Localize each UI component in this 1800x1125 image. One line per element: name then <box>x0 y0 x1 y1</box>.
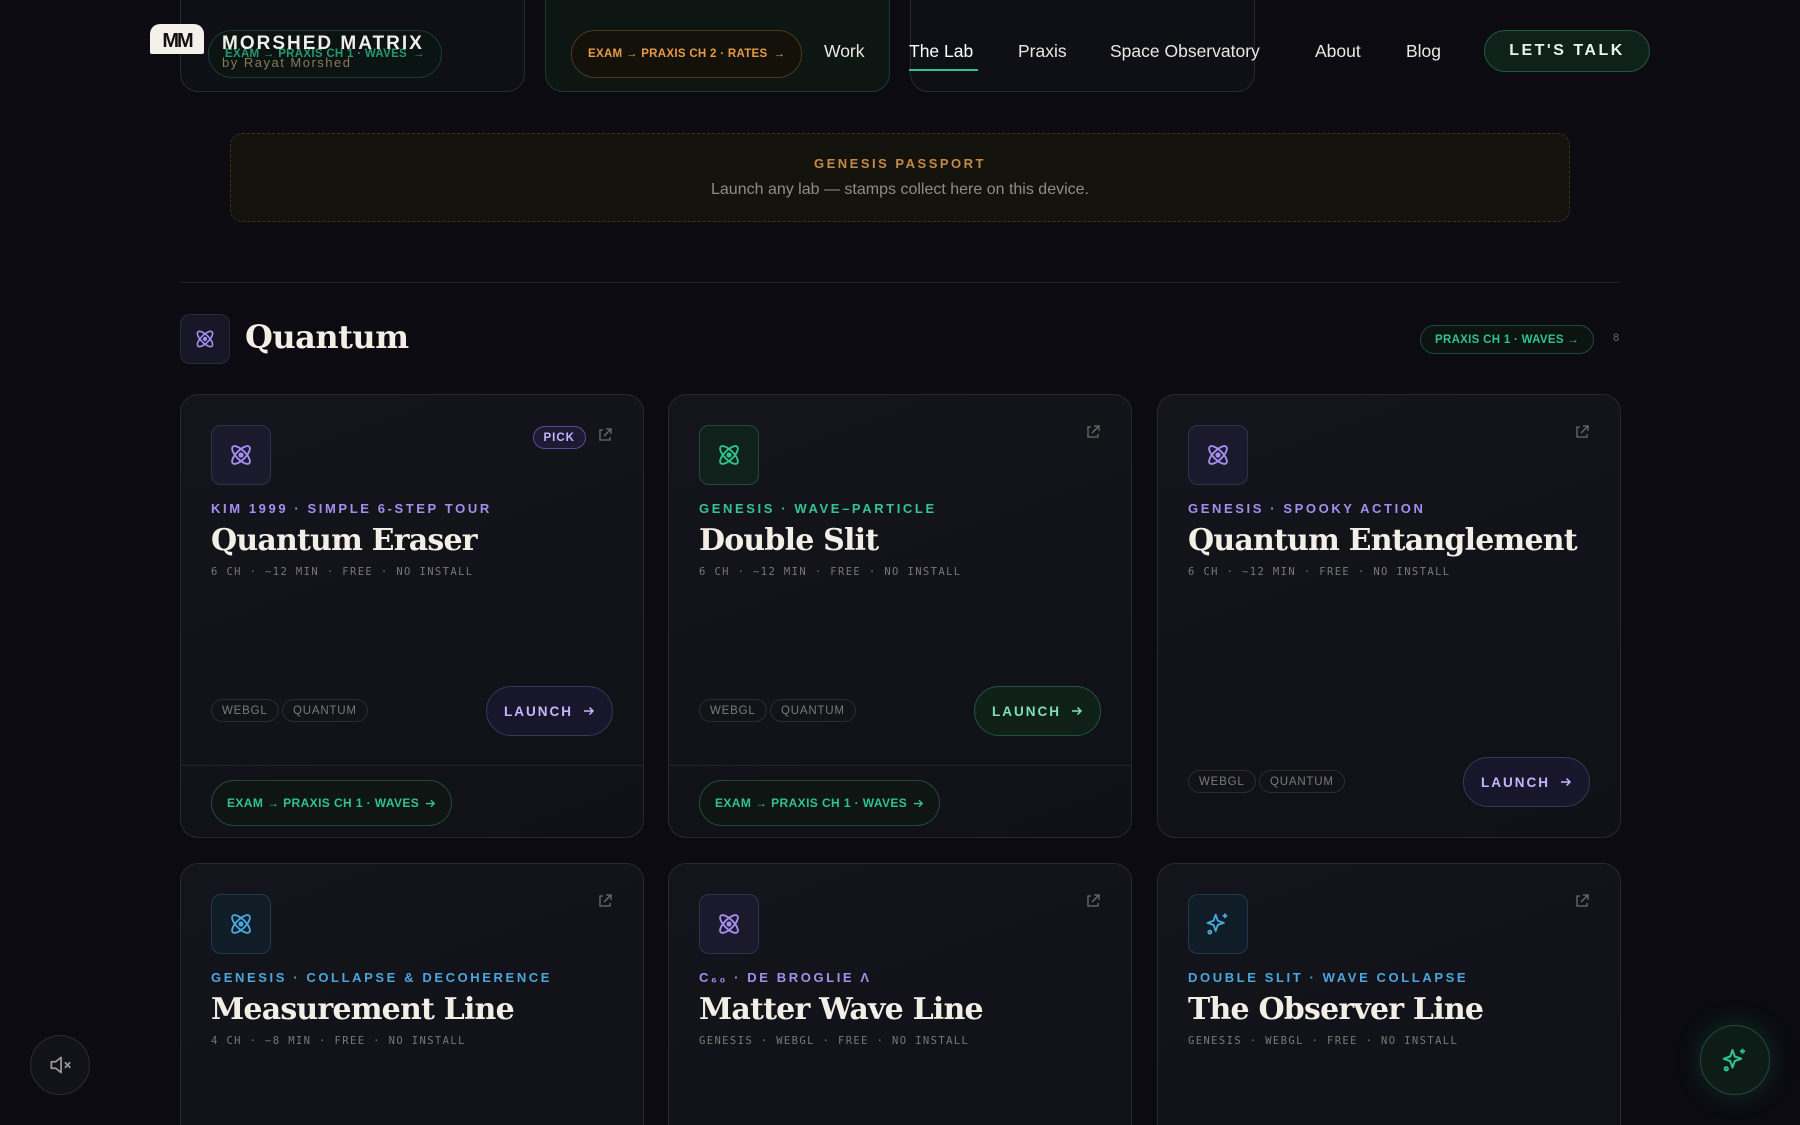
card-meta: GENESIS · WEBGL · FREE · NO INSTALL <box>1188 1035 1459 1047</box>
assistant-button[interactable] <box>1700 1025 1770 1095</box>
external-link-icon[interactable] <box>597 427 613 443</box>
card-eyebrow: C₆₀ · DE BROGLIE Λ <box>699 970 872 985</box>
launch-label: LAUNCH <box>504 703 573 719</box>
nav-space-observatory[interactable]: Space Observatory <box>1110 41 1260 62</box>
launch-button[interactable]: LAUNCH <box>974 686 1101 736</box>
mute-icon <box>50 1056 71 1074</box>
atom-icon <box>1188 425 1248 485</box>
section-count: 8 <box>1613 332 1620 344</box>
external-link-icon[interactable] <box>1574 424 1590 440</box>
lab-card-measurement-line[interactable]: GENESIS · COLLAPSE & DECOHERENCE Measure… <box>180 863 644 1125</box>
card-eyebrow: DOUBLE SLIT · WAVE COLLAPSE <box>1188 970 1469 985</box>
external-link-icon[interactable] <box>1085 893 1101 909</box>
brand-byline: by Rayat Morshed <box>222 55 352 70</box>
exam-pill-label: EXAM → PRAXIS CH 2 · RATES <box>588 48 768 60</box>
brand-name[interactable]: MORSHED MATRIX <box>222 33 424 55</box>
exam-footer-pill[interactable]: EXAM → PRAXIS CH 1 · WAVES <box>699 780 941 826</box>
card-eyebrow: GENESIS · WAVE–PARTICLE <box>699 501 937 516</box>
pick-badge: PICK <box>532 426 586 449</box>
atom-icon <box>699 425 759 485</box>
passport-text: Launch any lab — stamps collect here on … <box>711 181 1089 198</box>
arrow-right-icon <box>914 799 924 807</box>
atom-icon <box>699 894 759 954</box>
card-meta: GENESIS · WEBGL · FREE · NO INSTALL <box>699 1035 970 1047</box>
card-title: Double Slit <box>699 523 879 558</box>
lab-card-quantum-entanglement[interactable]: GENESIS · SPOOKY ACTION Quantum Entangle… <box>1157 394 1621 838</box>
arrow-right-icon <box>1561 777 1572 787</box>
lab-card-matter-wave-line[interactable]: C₆₀ · DE BROGLIE Λ Matter Wave Line GENE… <box>668 863 1132 1125</box>
nav-praxis[interactable]: Praxis <box>1018 41 1067 62</box>
card-eyebrow: GENESIS · SPOOKY ACTION <box>1188 501 1426 516</box>
external-link-icon[interactable] <box>1574 893 1590 909</box>
card-eyebrow: GENESIS · COLLAPSE & DECOHERENCE <box>211 970 553 985</box>
card-title: Quantum Eraser <box>211 523 478 558</box>
card-meta: 6 CH · ~12 MIN · FREE · NO INSTALL <box>1188 566 1451 578</box>
nav-active-indicator <box>909 69 978 71</box>
arrow-right-icon <box>584 706 595 716</box>
card-title: The Observer Line <box>1188 992 1484 1027</box>
tag-quantum: QUANTUM <box>1259 770 1345 793</box>
nav-work[interactable]: Work <box>824 41 865 62</box>
external-link-icon[interactable] <box>1085 424 1101 440</box>
atom-icon <box>180 314 230 364</box>
sparkle-icon <box>1722 1048 1745 1072</box>
arrow-right-icon <box>1072 706 1083 716</box>
card-footer-divider <box>669 765 1131 766</box>
card-meta: 6 CH · ~12 MIN · FREE · NO INSTALL <box>699 566 962 578</box>
card-footer-divider <box>181 765 643 766</box>
card-title: Matter Wave Line <box>699 992 984 1027</box>
tag-webgl: WEBGL <box>211 699 279 722</box>
launch-button[interactable]: LAUNCH <box>1463 757 1590 807</box>
card-meta: 6 CH · ~12 MIN · FREE · NO INSTALL <box>211 566 474 578</box>
lab-card-quantum-eraser[interactable]: PICK KIM 1999 · SIMPLE 6-STEP TOUR Quant… <box>180 394 644 838</box>
nav-about[interactable]: About <box>1315 41 1361 62</box>
card-title: Quantum Entanglement <box>1188 523 1578 558</box>
tag-quantum: QUANTUM <box>282 699 368 722</box>
exam-footer-label: EXAM → PRAXIS CH 1 · WAVES <box>715 796 908 810</box>
brand-logo[interactable]: MM <box>150 24 204 54</box>
atom-icon <box>211 894 271 954</box>
nav-blog[interactable]: Blog <box>1406 41 1441 62</box>
launch-label: LAUNCH <box>1481 774 1550 790</box>
exam-footer-pill[interactable]: EXAM → PRAXIS CH 1 · WAVES <box>211 780 453 826</box>
passport-title: GENESIS PASSPORT <box>814 156 986 171</box>
section-divider <box>180 282 1620 283</box>
lets-talk-button[interactable]: LET'S TALK <box>1484 30 1650 72</box>
launch-button[interactable]: LAUNCH <box>486 686 613 736</box>
arrow-right-icon: → <box>773 48 786 60</box>
sparkle-icon <box>1188 894 1248 954</box>
lab-card-observer-line[interactable]: DOUBLE SLIT · WAVE COLLAPSE The Observer… <box>1157 863 1621 1125</box>
nav-the-lab[interactable]: The Lab <box>909 41 973 62</box>
section-title: Quantum <box>245 318 409 356</box>
arrow-right-icon <box>426 799 436 807</box>
atom-icon <box>211 425 271 485</box>
tag-webgl: WEBGL <box>1188 770 1256 793</box>
card-title: Measurement Line <box>211 992 515 1027</box>
genesis-passport: GENESIS PASSPORT Launch any lab — stamps… <box>230 133 1570 222</box>
external-link-icon[interactable] <box>597 893 613 909</box>
section-praxis-link[interactable]: PRAXIS CH 1 · WAVES → <box>1420 325 1595 354</box>
mute-toggle-button[interactable] <box>30 1035 90 1095</box>
tag-webgl: WEBGL <box>699 699 767 722</box>
exam-footer-label: EXAM → PRAXIS CH 1 · WAVES <box>227 796 420 810</box>
card-eyebrow: KIM 1999 · SIMPLE 6-STEP TOUR <box>211 501 492 516</box>
exam-pill-rates[interactable]: EXAM → PRAXIS CH 2 · RATES → <box>571 30 803 78</box>
launch-label: LAUNCH <box>992 703 1061 719</box>
lab-card-double-slit[interactable]: GENESIS · WAVE–PARTICLE Double Slit 6 CH… <box>668 394 1132 838</box>
tag-quantum: QUANTUM <box>770 699 856 722</box>
card-meta: 4 CH · ~8 MIN · FREE · NO INSTALL <box>211 1035 466 1047</box>
